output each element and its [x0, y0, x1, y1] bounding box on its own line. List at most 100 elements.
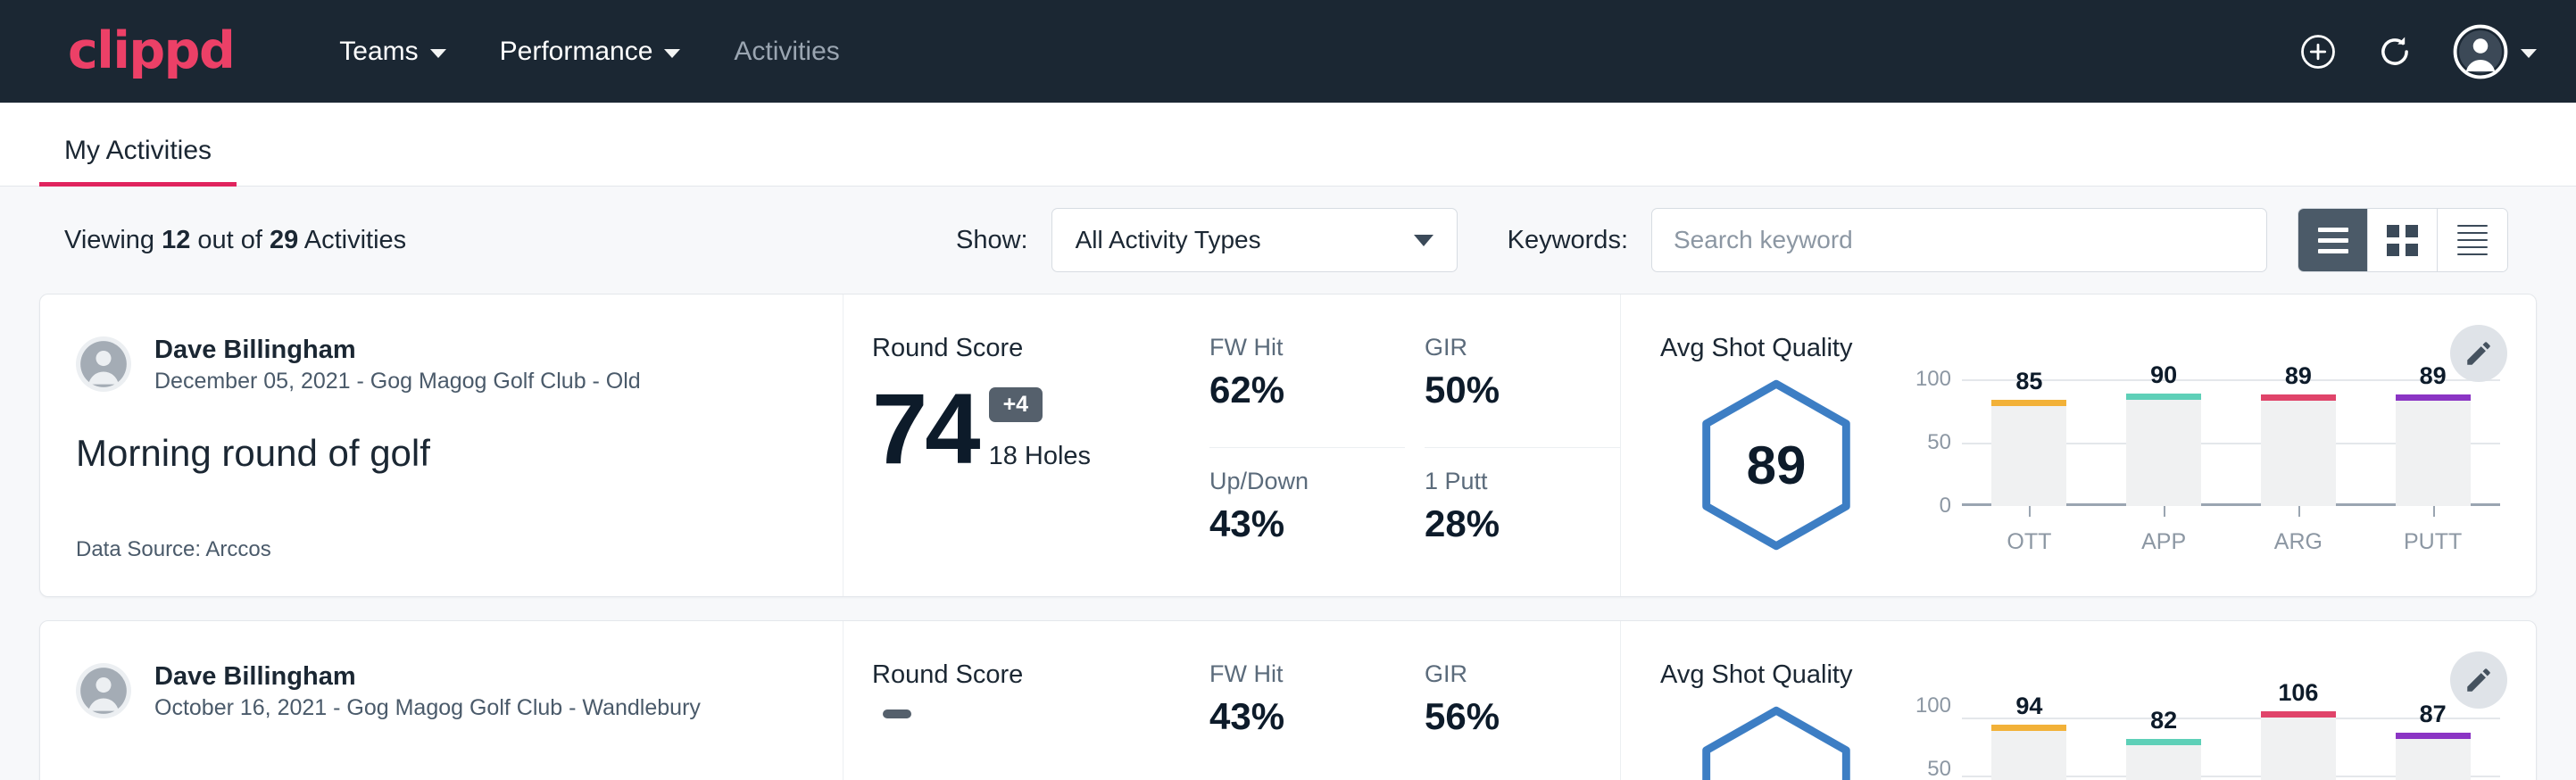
primary-nav: Teams Performance Activities	[312, 28, 866, 76]
tab-my-activities[interactable]: My Activities	[39, 136, 237, 186]
avatar	[76, 663, 131, 718]
stat-fw-hit: FW Hit 62%	[1209, 334, 1405, 448]
bar-value-label: 106	[2278, 679, 2318, 707]
chart-bars: 85 90	[1962, 379, 2500, 506]
y-tick-label: 100	[1915, 693, 1951, 718]
viewing-count-text: Viewing 12 out of 29 Activities	[64, 226, 406, 255]
view-mode-grid-button[interactable]	[2368, 209, 2438, 271]
activity-type-select[interactable]: All Activity Types	[1051, 208, 1458, 272]
stat-label: 1 Putt	[1425, 468, 1586, 495]
author-name: Dave Billingham	[154, 334, 641, 366]
stat-up-down: Up/Down 43%	[1209, 448, 1405, 565]
tab-strip: My Activities	[0, 103, 2576, 187]
app-logo[interactable]: clippd	[68, 26, 234, 77]
avatar	[76, 336, 131, 392]
viewing-prefix: Viewing	[64, 226, 162, 254]
bar-arg: 89	[2231, 379, 2366, 506]
pencil-icon	[2464, 665, 2494, 695]
score-to-par-badge	[883, 709, 911, 718]
x-tick-label: ARG	[2231, 506, 2366, 555]
chart-plot-area: 94 82	[1962, 706, 2500, 780]
bar-app: 82	[2097, 706, 2231, 780]
nav-item-activities[interactable]: Activities	[707, 28, 866, 76]
quality-score-hexagon	[1660, 699, 1892, 780]
refresh-icon	[2376, 33, 2414, 71]
activity-meta: October 16, 2021 - Gog Magog Golf Club -…	[154, 695, 701, 721]
tab-label: My Activities	[64, 136, 212, 165]
x-tick-label: PUTT	[2365, 506, 2500, 555]
activity-card[interactable]: Dave Billingham October 16, 2021 - Gog M…	[39, 620, 2537, 780]
quality-score-hexagon: 89	[1660, 372, 1892, 552]
keywords-label: Keywords:	[1508, 226, 1628, 255]
round-score-block: Round Score	[843, 621, 1201, 780]
grid-view-icon	[2387, 225, 2418, 256]
chart-bars: 94 82	[1962, 706, 2500, 780]
account-menu[interactable]	[2453, 24, 2537, 79]
activity-card[interactable]: Dave Billingham December 05, 2021 - Gog …	[39, 294, 2537, 597]
chart-x-axis: OTT APP ARG PUTT	[1962, 506, 2500, 555]
chevron-down-icon	[430, 49, 446, 58]
bar-app: 90	[2097, 379, 2231, 506]
activity-type-value: All Activity Types	[1076, 226, 1261, 254]
avg-shot-quality-value	[1697, 704, 1856, 780]
bar-value-label: 90	[2150, 361, 2177, 389]
activity-meta: December 05, 2021 - Gog Magog Golf Club …	[154, 369, 641, 394]
avg-shot-quality-label: Avg Shot Quality	[1660, 334, 2500, 363]
stat-gir: GIR 56%	[1425, 660, 1620, 780]
stat-one-putt: 1 Putt 28%	[1425, 448, 1620, 565]
stat-label: FW Hit	[1209, 334, 1371, 361]
view-mode-list-button[interactable]	[2298, 209, 2368, 271]
nav-item-performance[interactable]: Performance	[473, 28, 708, 76]
account-avatar-icon	[2453, 24, 2508, 79]
compact-view-icon	[2457, 225, 2488, 255]
chart-y-axis: 100 50 0	[1907, 379, 1962, 506]
round-score-block: Round Score 74 +4 18 Holes	[843, 295, 1201, 596]
stat-label: GIR	[1425, 660, 1586, 688]
bar-putt: 89	[2365, 379, 2500, 506]
chart-y-axis: 100 50 0	[1907, 706, 1962, 780]
stat-value: 56%	[1425, 695, 1586, 738]
bar-putt: 87	[2365, 706, 2500, 780]
bar-value-label: 89	[2420, 362, 2447, 390]
stat-value: 43%	[1209, 502, 1371, 545]
filter-controls: Show: All Activity Types Keywords:	[956, 208, 2508, 272]
round-stats-grid: FW Hit 62% GIR 50% Up/Down 43% 1 Putt 28…	[1201, 295, 1620, 596]
bar-ott: 85	[1962, 379, 2097, 506]
x-tick-label: APP	[2097, 506, 2231, 555]
view-mode-toggle	[2298, 208, 2508, 272]
bar-value-label: 82	[2150, 707, 2177, 734]
edit-activity-button[interactable]	[2450, 325, 2507, 382]
activity-data-source: Data Source: Arccos	[76, 537, 271, 562]
y-tick-label: 50	[1927, 430, 1951, 455]
viewing-total: 29	[270, 226, 298, 254]
stat-label: FW Hit	[1209, 660, 1371, 688]
view-mode-compact-button[interactable]	[2438, 209, 2507, 271]
add-activity-button[interactable]	[2299, 33, 2337, 71]
nav-item-teams[interactable]: Teams	[312, 28, 472, 76]
plus-circle-icon	[2299, 33, 2337, 71]
chevron-down-icon	[2521, 49, 2537, 58]
stat-label: GIR	[1425, 334, 1586, 361]
activity-author: Dave Billingham October 16, 2021 - Gog M…	[76, 660, 807, 721]
shot-quality-bar-chart: 100 50 0	[1892, 372, 2500, 555]
x-tick-label: OTT	[1962, 506, 2097, 555]
avg-shot-quality-label: Avg Shot Quality	[1660, 660, 2500, 690]
search-input[interactable]	[1651, 208, 2267, 272]
y-tick-label: 50	[1927, 757, 1951, 780]
shot-quality-bar-chart: 100 50 0	[1892, 699, 2500, 780]
bar-arg: 106	[2231, 706, 2366, 780]
filter-bar: Viewing 12 out of 29 Activities Show: Al…	[39, 187, 2537, 294]
viewing-count: 12	[162, 226, 190, 254]
refresh-button[interactable]	[2376, 33, 2414, 71]
y-tick-label: 0	[1940, 494, 1951, 519]
main-content: Viewing 12 out of 29 Activities Show: Al…	[0, 187, 2576, 780]
list-view-icon	[2318, 228, 2348, 253]
score-to-par-badge: +4	[989, 387, 1043, 422]
chart-plot-area: 85 90	[1962, 379, 2500, 506]
stat-value: 28%	[1425, 502, 1586, 545]
holes-played: 18 Holes	[989, 442, 1091, 471]
person-icon	[76, 336, 131, 392]
nav-item-label: Activities	[734, 37, 839, 67]
stat-value: 43%	[1209, 695, 1371, 738]
edit-activity-button[interactable]	[2450, 651, 2507, 709]
